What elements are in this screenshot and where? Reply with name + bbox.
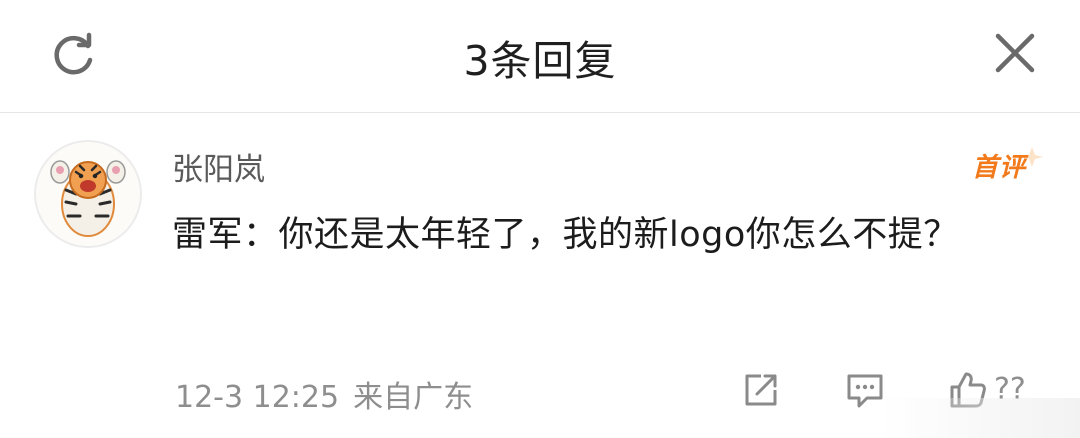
reply-sheet-header: 3条回复 (0, 0, 1080, 113)
username[interactable]: 张阳岚 (172, 144, 265, 189)
avatar[interactable] (34, 140, 142, 248)
tiger-avatar-icon (50, 160, 126, 237)
comment-text: 雷军：你还是太年轻了，我的新logo你怎么不提？ (172, 215, 959, 255)
reply-icon[interactable] (845, 370, 885, 410)
timestamp: 12-3 12:25 (175, 380, 340, 415)
comment-meta: 12-3 12:25 来自广东 (175, 372, 473, 416)
sheet-title: 3条回复 (463, 37, 617, 85)
first-comment-badge: 首评 (970, 145, 1046, 187)
badge-label: 首评 (972, 153, 1027, 183)
share-icon[interactable] (741, 370, 781, 410)
location: 来自广东 (353, 380, 474, 415)
close-icon[interactable] (992, 30, 1038, 76)
watermark-overlay (880, 398, 1080, 438)
